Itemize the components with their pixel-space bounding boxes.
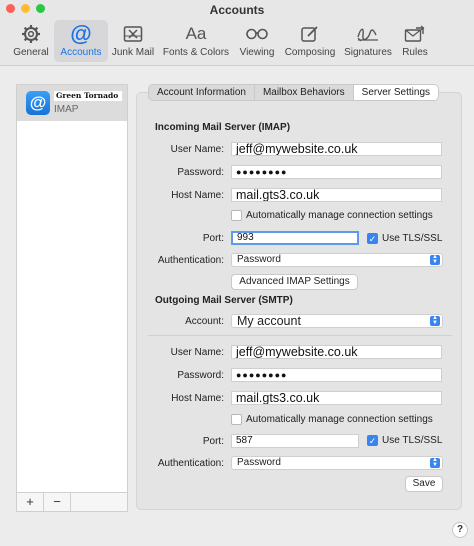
outgoing-host-field[interactable]: mail.gts3.co.uk: [231, 391, 442, 405]
tab-accounts[interactable]: @ Accounts: [54, 20, 108, 62]
outgoing-auto-manage-checkbox[interactable]: [231, 414, 242, 425]
tab-junk-mail[interactable]: Junk Mail: [108, 20, 158, 62]
tab-rules[interactable]: Rules: [396, 20, 434, 62]
incoming-auth-label: Authentication:: [157, 255, 224, 266]
account-name: Green Tornado: [54, 91, 122, 101]
tab-composing-label: Composing: [284, 47, 336, 58]
chevron-updown-icon: ▲ ▼: [430, 315, 440, 326]
outgoing-tls-row: ✓ Use TLS/SSL: [367, 435, 442, 446]
gear-icon: [21, 23, 41, 45]
add-account-button[interactable]: +: [17, 493, 44, 511]
incoming-auto-manage-row: Automatically manage connection settings: [231, 210, 433, 221]
junk-tray-icon: [123, 23, 143, 45]
tab-viewing[interactable]: Viewing: [234, 20, 280, 62]
chevron-updown-icon: ▲ ▼: [430, 457, 440, 468]
outgoing-auth-value: Password: [237, 457, 281, 468]
tab-general-label: General: [13, 47, 49, 58]
outgoing-account-label: Account:: [185, 316, 224, 327]
outgoing-section-title: Outgoing Mail Server (SMTP): [155, 295, 293, 306]
window-title: Accounts: [209, 3, 265, 17]
tab-viewing-label: Viewing: [239, 47, 275, 58]
tab-rules-label: Rules: [402, 47, 428, 58]
section-divider: [148, 335, 452, 336]
incoming-port-label: Port:: [202, 233, 224, 244]
incoming-password-field[interactable]: ●●●●●●●●: [231, 165, 442, 179]
tab-accounts-label: Accounts: [60, 47, 102, 58]
tab-fonts-colors-label: Fonts & Colors: [162, 47, 230, 58]
incoming-user-name-label: User Name:: [170, 144, 224, 155]
account-type: IMAP: [54, 104, 79, 115]
outgoing-password-field[interactable]: ●●●●●●●●: [231, 368, 442, 382]
incoming-password-label: Password:: [177, 167, 224, 178]
outgoing-auto-manage-label: Automatically manage connection settings: [246, 414, 433, 425]
font-aa-icon: Aa: [185, 24, 207, 43]
outgoing-auth-label: Authentication:: [157, 458, 224, 469]
incoming-auth-select[interactable]: Password ▲ ▼: [231, 253, 443, 267]
outgoing-account-value: My account: [237, 314, 301, 328]
tab-general[interactable]: General: [8, 20, 54, 62]
incoming-auth-value: Password: [237, 254, 281, 265]
remove-account-button[interactable]: −: [44, 493, 71, 511]
settings-segmented-control: Account Information Mailbox Behaviors Se…: [148, 84, 440, 101]
tab-fonts-colors[interactable]: Aa Fonts & Colors: [158, 20, 234, 62]
incoming-user-name-field[interactable]: jeff@mywebsite.co.uk: [231, 142, 442, 156]
outgoing-auto-manage-row: Automatically manage connection settings: [231, 414, 433, 425]
tab-signatures-label: Signatures: [344, 47, 392, 58]
outgoing-password-label: Password:: [177, 370, 224, 381]
advanced-imap-settings-button[interactable]: Advanced IMAP Settings: [231, 274, 358, 290]
outgoing-tls-label: Use TLS/SSL: [382, 435, 443, 446]
outgoing-host-label: Host Name:: [171, 393, 224, 404]
tab-server-settings[interactable]: Server Settings: [353, 85, 439, 100]
help-button[interactable]: ?: [452, 522, 468, 538]
outgoing-auth-select[interactable]: Password ▲ ▼: [231, 456, 443, 470]
account-list-item[interactable]: @ Green Tornado IMAP: [17, 85, 127, 121]
account-at-icon: @: [26, 91, 50, 115]
incoming-tls-row: ✓ Use TLS/SSL: [367, 233, 442, 244]
incoming-host-label: Host Name:: [171, 190, 224, 201]
preferences-window: Accounts General @ Accounts Junk Mail Aa: [0, 0, 474, 546]
incoming-auto-manage-label: Automatically manage connection settings: [246, 210, 433, 221]
chevron-updown-icon: ▲ ▼: [430, 254, 440, 265]
save-button[interactable]: Save: [405, 476, 443, 492]
outgoing-port-field[interactable]: 587: [231, 434, 359, 448]
incoming-port-field[interactable]: 993: [231, 231, 359, 245]
incoming-tls-checkbox[interactable]: ✓: [367, 233, 378, 244]
glasses-icon: [245, 23, 269, 45]
tab-signatures[interactable]: Signatures: [340, 20, 396, 62]
rules-envelope-icon: [404, 23, 426, 45]
outgoing-port-label: Port:: [202, 436, 224, 447]
toolbar: Accounts General @ Accounts Junk Mail Aa: [0, 0, 474, 66]
incoming-host-field[interactable]: mail.gts3.co.uk: [231, 188, 442, 202]
incoming-auto-manage-checkbox[interactable]: [231, 210, 242, 221]
tab-junk-mail-label: Junk Mail: [111, 47, 155, 58]
outgoing-tls-checkbox[interactable]: ✓: [367, 435, 378, 446]
outgoing-account-select[interactable]: My account ▲ ▼: [231, 314, 443, 328]
tab-account-information[interactable]: Account Information: [149, 85, 255, 100]
tab-mailbox-behaviors[interactable]: Mailbox Behaviors: [255, 85, 354, 100]
compose-pencil-icon: [300, 23, 320, 45]
signature-icon: [356, 23, 380, 45]
sidebar-footer: + −: [16, 492, 128, 512]
outgoing-user-name-label: User Name:: [170, 347, 224, 358]
accounts-sidebar: @ Green Tornado IMAP: [16, 84, 128, 512]
tab-composing[interactable]: Composing: [280, 20, 340, 62]
incoming-tls-label: Use TLS/SSL: [382, 233, 443, 244]
outgoing-user-name-field[interactable]: jeff@mywebsite.co.uk: [231, 345, 442, 359]
at-sign-icon: @: [70, 21, 92, 46]
preference-tabs: General @ Accounts Junk Mail Aa Fonts & …: [8, 20, 434, 62]
incoming-section-title: Incoming Mail Server (IMAP): [155, 122, 291, 133]
